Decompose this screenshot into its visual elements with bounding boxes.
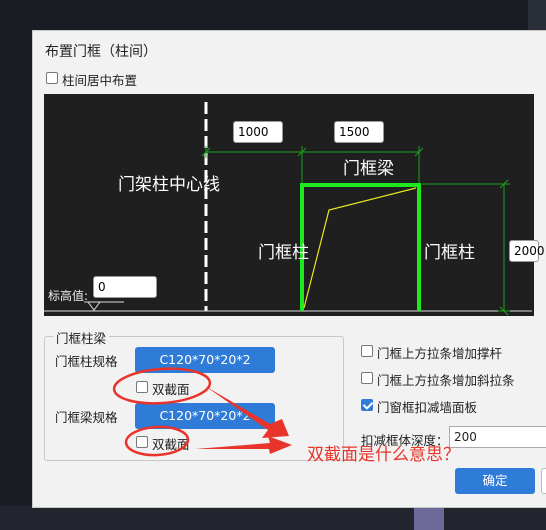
- knee-brace: [303, 187, 417, 309]
- frame-height-input[interactable]: 2000: [509, 240, 545, 262]
- elevation-input[interactable]: 0: [93, 276, 157, 298]
- dialog-title: 布置门框（柱间）: [45, 44, 157, 60]
- cancel-button[interactable]: [541, 468, 546, 494]
- column-beam-group-title: 门框柱梁: [53, 328, 110, 347]
- beam-spec-label: 门框梁规格: [55, 410, 118, 425]
- strut-label: 门框上方拉条增加撑杆: [377, 346, 503, 361]
- left-column-label: 门框柱: [258, 243, 309, 263]
- elevation-marker: [87, 301, 101, 311]
- beam-double-section-checkbox[interactable]: [136, 436, 148, 448]
- deduct-panel-label: 门窗框扣减墙面板: [377, 400, 478, 415]
- diagonal-checkbox[interactable]: [361, 372, 373, 384]
- preview-canvas: 门架柱中心线 门框梁 门框柱 门框柱 1000 1500 2000 标高值: 0: [44, 94, 545, 316]
- column-double-section-label: 双截面: [152, 382, 190, 397]
- center-layout-label: 柱间居中布置: [62, 73, 138, 88]
- center-line-label: 门架柱中心线: [118, 175, 220, 195]
- center-layout-checkbox[interactable]: [46, 72, 58, 84]
- beam-spec-button[interactable]: C120*70*20*2: [135, 403, 275, 429]
- column-double-section-checkbox[interactable]: [136, 381, 148, 393]
- beam-label: 门框梁: [343, 159, 394, 179]
- beam-double-section-label: 双截面: [152, 437, 190, 452]
- background-bottom: [0, 506, 546, 530]
- column-spec-button[interactable]: C120*70*20*2: [135, 347, 275, 373]
- frame-width-input[interactable]: 1500: [334, 121, 384, 143]
- column-spec-label: 门框柱规格: [55, 354, 118, 369]
- left-offset-input[interactable]: 1000: [233, 121, 283, 143]
- annotation-question: 双截面是什么意思？: [307, 445, 460, 465]
- deduct-panel-checkbox[interactable]: [361, 399, 373, 411]
- background-strip: [414, 506, 444, 530]
- ok-button[interactable]: 确定: [455, 468, 535, 494]
- diagonal-label: 门框上方拉条增加斜拉条: [377, 373, 515, 388]
- elevation-label: 标高值:: [48, 289, 89, 303]
- strut-checkbox[interactable]: [361, 345, 373, 357]
- right-column-label: 门框柱: [424, 243, 475, 263]
- door-frame-dialog: 布置门框（柱间） 柱间居中布置 门架柱中心线 门框梁 门框柱 门框柱 1000 …: [32, 30, 546, 508]
- depth-input[interactable]: 200: [449, 426, 546, 448]
